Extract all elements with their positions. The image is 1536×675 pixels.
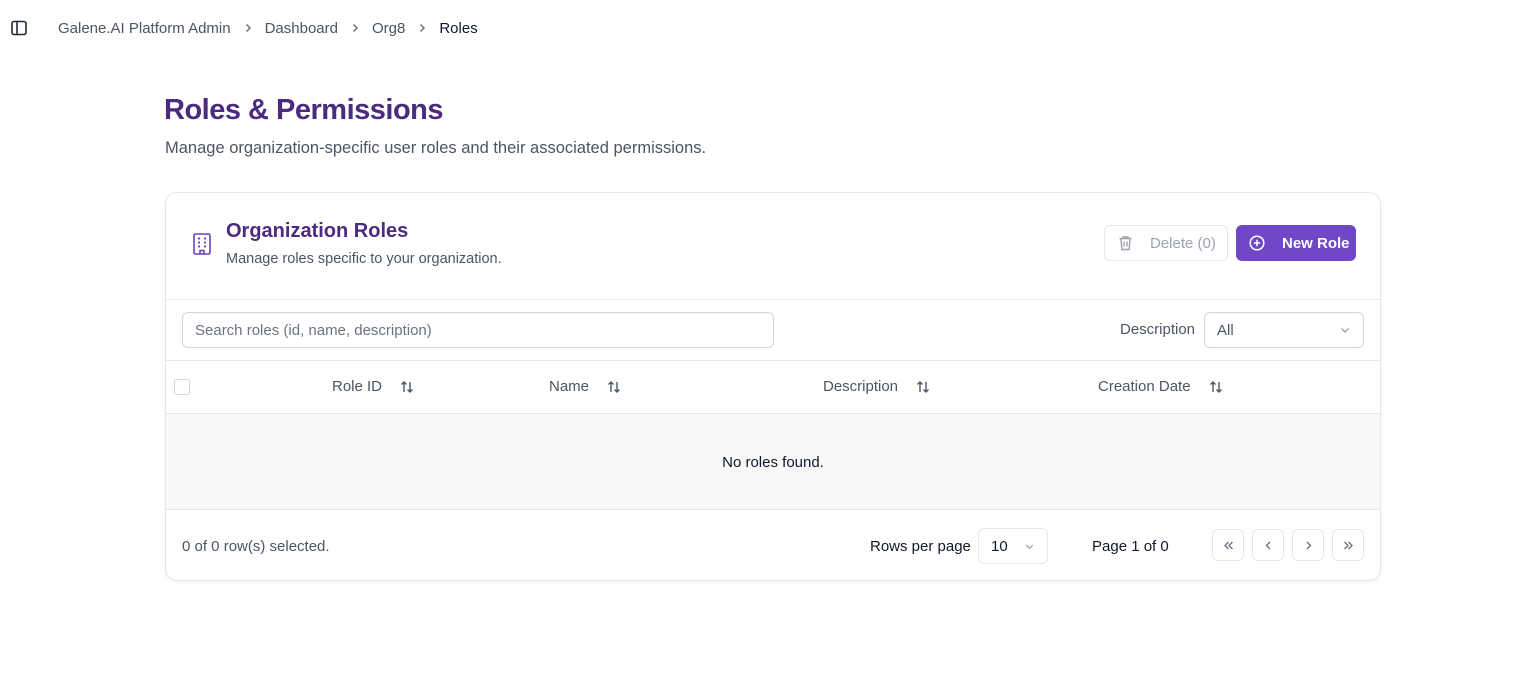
plus-circle-icon (1249, 235, 1265, 251)
column-header-name[interactable]: Name (549, 378, 622, 395)
selected-rows-count: 0 of 0 row(s) selected. (182, 538, 330, 555)
breadcrumb-current-roles: Roles (439, 19, 478, 37)
delete-button-label: Delete (0) (1150, 234, 1216, 252)
last-page-button[interactable] (1332, 529, 1364, 561)
top-bar: Galene.AI Platform Admin Dashboard Org8 … (0, 0, 1536, 56)
column-label: Name (549, 378, 590, 395)
column-label: Creation Date (1098, 378, 1191, 395)
chevron-left-icon (1265, 541, 1270, 549)
sort-icon (401, 380, 414, 393)
breadcrumb-platform-admin[interactable]: Galene.AI Platform Admin (58, 20, 231, 37)
page-subtitle: Manage organization-specific user roles … (165, 139, 707, 157)
chevron-down-icon (1341, 328, 1349, 333)
trash-icon (1119, 236, 1132, 251)
rows-per-page-select[interactable]: 10 (978, 528, 1048, 564)
first-page-button[interactable] (1212, 529, 1244, 561)
column-header-role-id[interactable]: Role ID (332, 378, 415, 395)
description-filter-label: Description (1120, 321, 1196, 338)
sidebar-toggle-icon[interactable] (10, 19, 28, 37)
column-label: Role ID (332, 378, 383, 395)
breadcrumb: Galene.AI Platform Admin Dashboard Org8 … (58, 18, 478, 38)
rows-per-page-label: Rows per page (870, 538, 971, 555)
table-empty-row: No roles found. (166, 413, 1380, 510)
sort-icon (608, 380, 621, 393)
previous-page-button[interactable] (1252, 529, 1284, 561)
chevrons-right-icon (1343, 541, 1353, 549)
divider (166, 299, 1380, 300)
card-subtitle: Manage roles specific to your organizati… (226, 251, 502, 267)
page-title: Roles & Permissions (164, 94, 444, 126)
chevron-right-icon (405, 22, 439, 34)
sort-icon (1209, 380, 1222, 393)
delete-button[interactable]: Delete (0) (1104, 225, 1228, 261)
sort-icon (917, 380, 930, 393)
chevrons-left-icon (1223, 541, 1233, 549)
column-header-creation-date[interactable]: Creation Date (1098, 378, 1224, 395)
chevron-right-icon (338, 22, 372, 34)
empty-state-text: No roles found. (722, 454, 824, 471)
new-role-button[interactable]: New Role (1236, 225, 1356, 261)
building-icon (191, 232, 213, 256)
breadcrumb-org[interactable]: Org8 (372, 20, 405, 37)
description-filter-value: All (1217, 321, 1234, 339)
table-header: Role ID Name Description Creation Date (166, 361, 1380, 413)
new-role-button-label: New Role (1282, 234, 1350, 252)
description-filter-select[interactable]: All (1204, 312, 1364, 348)
select-all-checkbox[interactable] (174, 379, 190, 395)
organization-roles-card: Organization Roles Manage roles specific… (165, 192, 1381, 581)
chevron-right-icon (231, 22, 265, 34)
breadcrumb-dashboard[interactable]: Dashboard (265, 20, 338, 37)
rows-per-page-value: 10 (991, 537, 1008, 555)
search-input[interactable] (182, 312, 774, 348)
page-info: Page 1 of 0 (1092, 538, 1169, 555)
chevron-down-icon (1025, 544, 1034, 549)
column-header-description[interactable]: Description (823, 378, 931, 395)
chevron-right-icon (1306, 541, 1311, 549)
card-title: Organization Roles (226, 220, 409, 242)
column-label: Description (823, 378, 899, 395)
next-page-button[interactable] (1292, 529, 1324, 561)
